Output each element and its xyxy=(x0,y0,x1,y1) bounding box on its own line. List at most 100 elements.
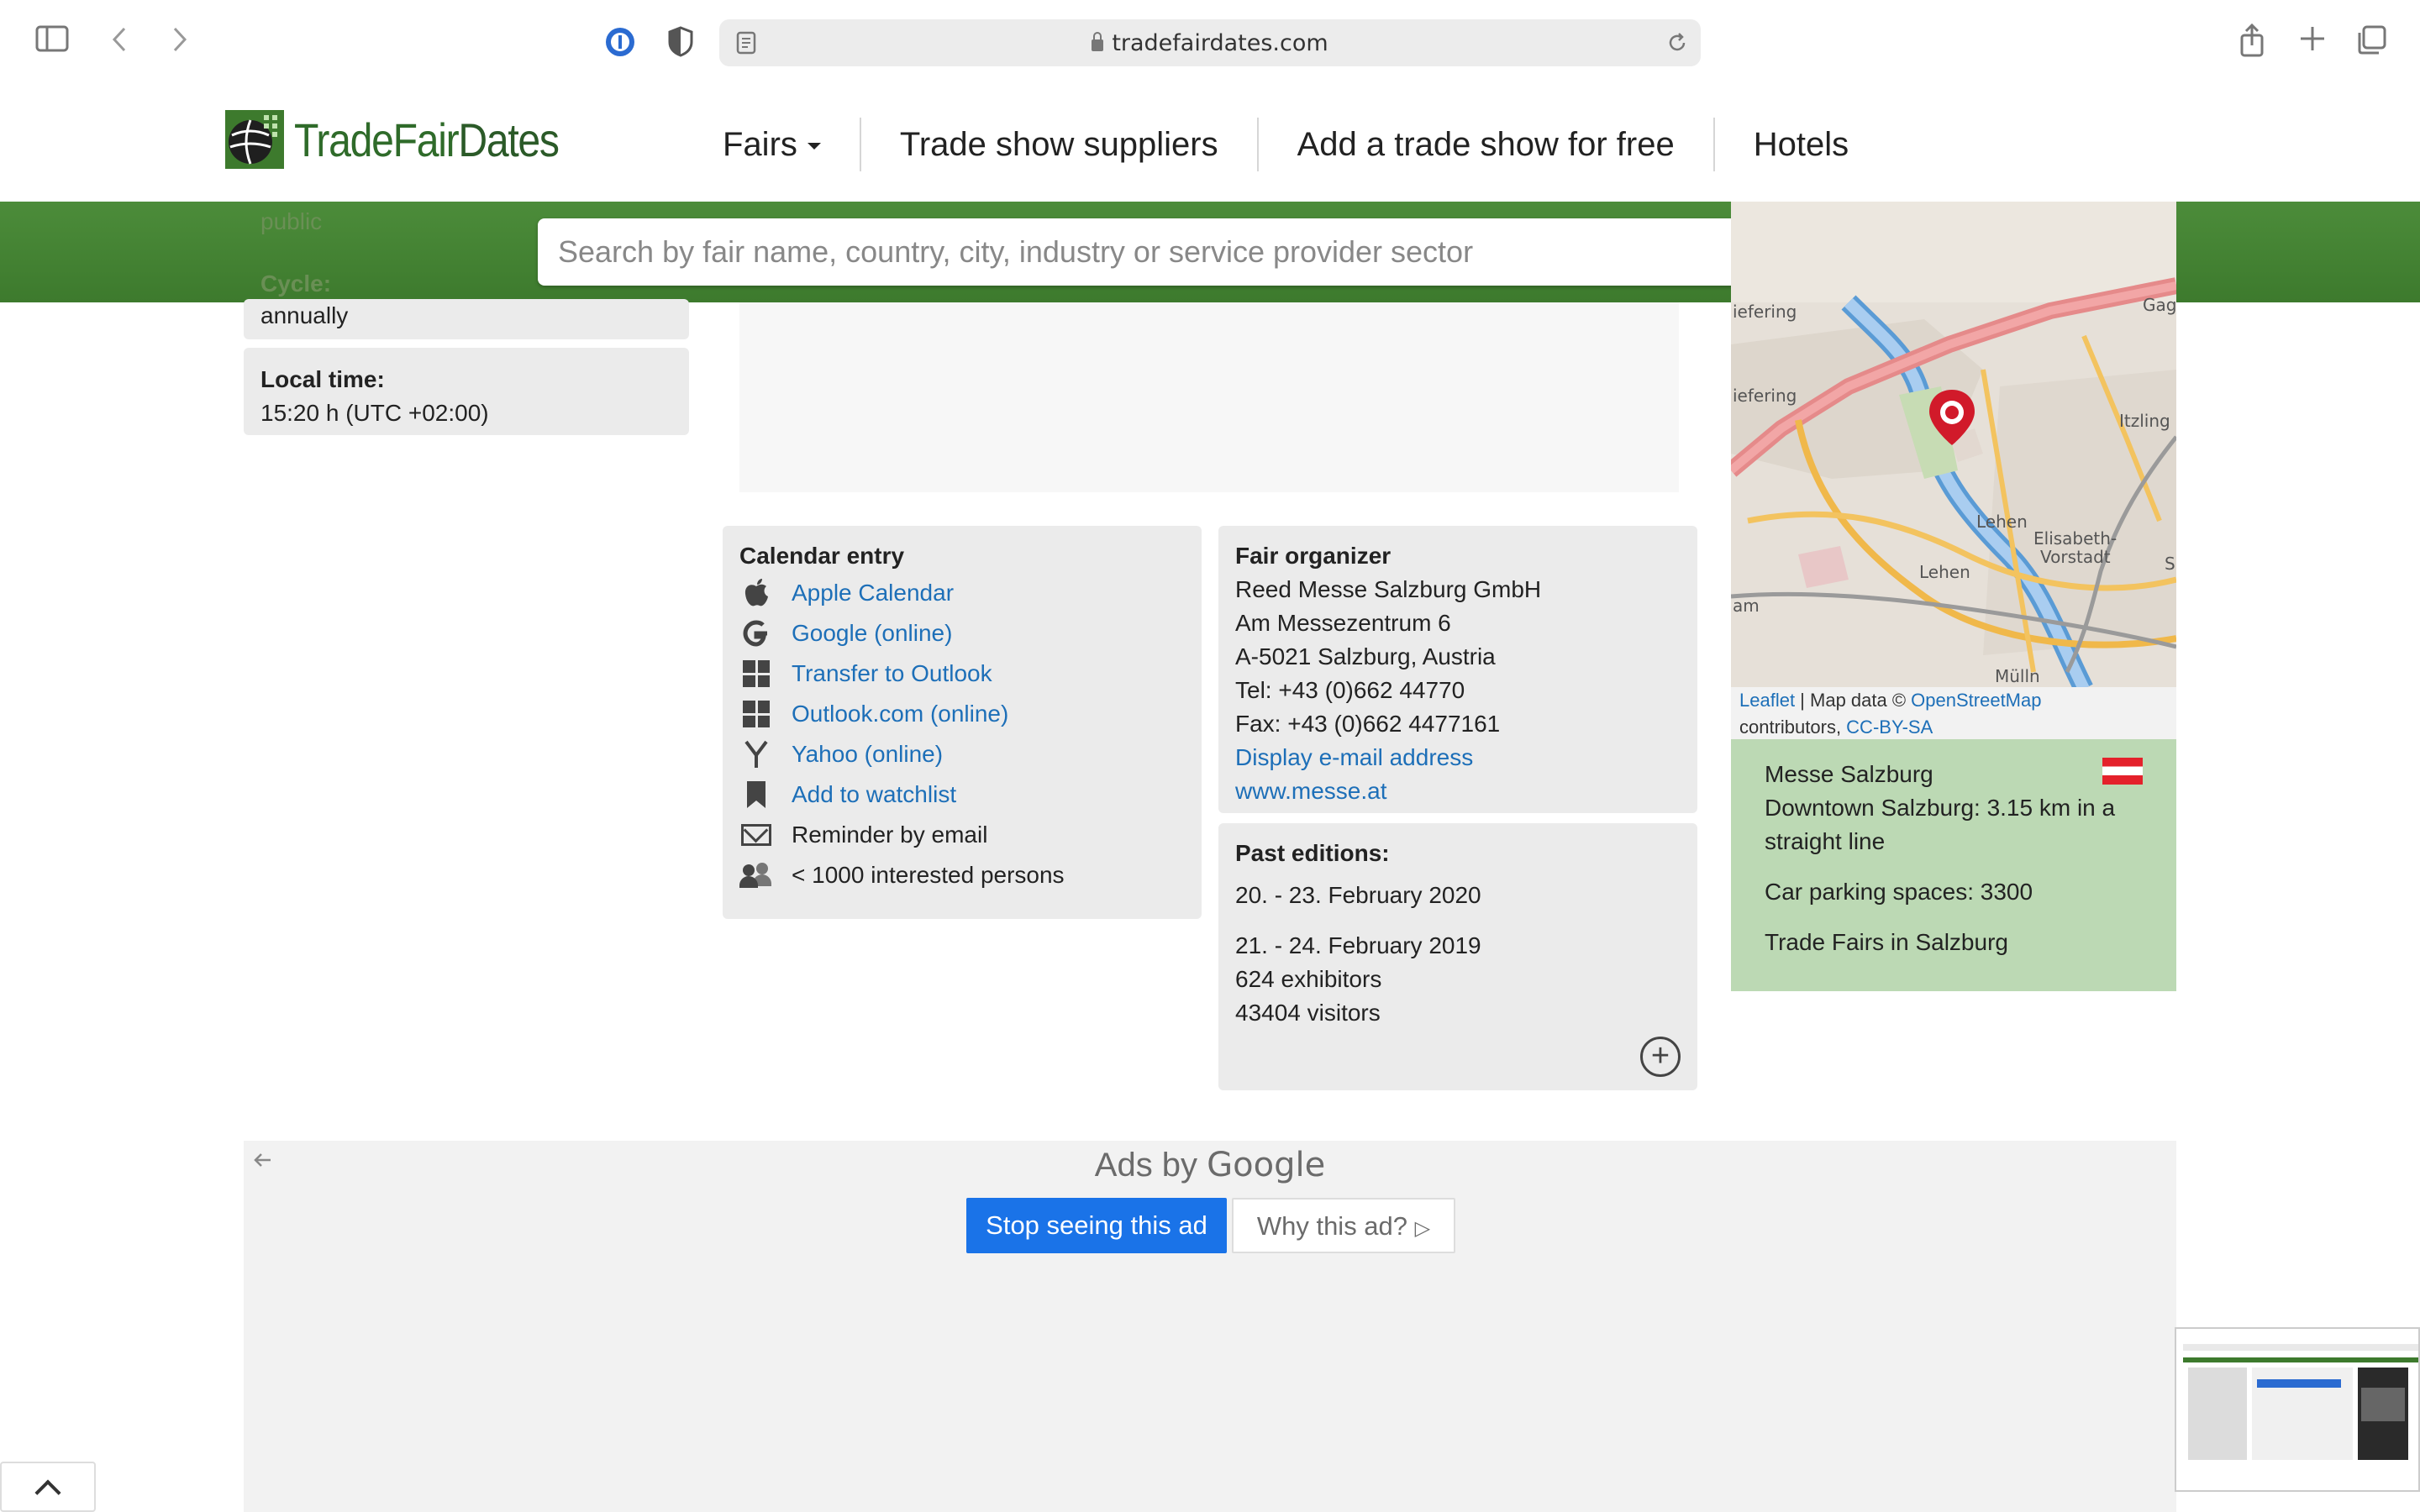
local-time-box: Local time: 15:20 h (UTC +02:00) xyxy=(244,348,689,435)
search-bar xyxy=(538,218,1882,286)
venue-map[interactable]: iefering Gagiham iefering Itzling Lehen … xyxy=(1731,202,2176,689)
url-text: tradefairdates.com xyxy=(719,30,1701,56)
contributors-text: contributors, xyxy=(1739,717,1847,738)
calendar-yahoo[interactable]: Yahoo (online) xyxy=(739,734,1185,774)
forward-icon[interactable] xyxy=(165,25,195,61)
calendar-entry-title: Calendar entry xyxy=(739,543,905,569)
cycle-value-box: annually xyxy=(244,299,689,339)
ads-by-google: Ads by Google xyxy=(244,1146,2176,1184)
past-editions-box: Past editions: 20. - 23. February 2020 2… xyxy=(1218,823,1697,1090)
map-label: iefering xyxy=(1733,302,1797,322)
map-data-text: | Map data © xyxy=(1795,690,1912,711)
play-outline-icon: ▷ xyxy=(1414,1217,1431,1240)
venue-parking: Car parking spaces: 3300 xyxy=(1765,879,2033,905)
nav-fairs-label: Fairs xyxy=(723,126,797,163)
past-edition-exhibitors: 624 exhibitors xyxy=(1235,966,1382,992)
why-this-ad-label: Why this ad? xyxy=(1256,1211,1408,1241)
address-bar[interactable]: tradefairdates.com xyxy=(719,19,1701,66)
past-editions-title: Past editions: xyxy=(1235,840,1390,866)
local-time-label: Local time: xyxy=(260,366,385,392)
mail-reminder-icon xyxy=(739,818,773,852)
organizer-fax: Fax: +43 (0)662 4477161 xyxy=(1235,711,1501,737)
venue-info-box: Messe Salzburg Downtown Salzburg: 3.15 k… xyxy=(1731,739,2176,991)
cc-by-sa-link[interactable]: CC-BY-SA xyxy=(1846,717,1933,738)
past-edition-dates: 20. - 23. February 2020 xyxy=(1235,882,1481,908)
map-label: Lehen xyxy=(1919,562,1970,582)
organizer-phone: Tel: +43 (0)662 44770 xyxy=(1235,677,1465,703)
map-attribution: Leaflet | Map data © OpenStreetMap contr… xyxy=(1731,687,2176,739)
cycle-value: annually xyxy=(260,302,349,328)
password-icon[interactable] xyxy=(602,25,639,66)
google-icon xyxy=(739,617,773,650)
map-label: Lehen xyxy=(1976,512,2028,532)
trade-fairs-in-salzburg-link[interactable]: Trade Fairs in Salzburg xyxy=(1765,926,2143,959)
globe-logo-icon xyxy=(225,110,284,169)
venue-name-link[interactable]: Messe Salzburg xyxy=(1765,758,2143,791)
calendar-watchlist[interactable]: Add to watchlist xyxy=(739,774,1185,815)
search-input[interactable] xyxy=(558,218,1793,286)
stop-seeing-ad-button[interactable]: Stop seeing this ad xyxy=(966,1198,1227,1253)
calendar-outlook[interactable]: Transfer to Outlook xyxy=(739,654,1185,694)
yahoo-icon xyxy=(739,738,773,771)
people-icon xyxy=(739,858,773,892)
map-label: Itzling xyxy=(2119,411,2170,431)
why-this-ad-button[interactable]: Why this ad? ▷ xyxy=(1232,1198,1455,1253)
fair-organizer-title: Fair organizer xyxy=(1235,543,1392,569)
google-ad-frame: Ads by Google Stop seeing this ad Why th… xyxy=(244,1141,2176,1512)
local-time-value: 15:20 h (UTC +02:00) xyxy=(260,400,489,426)
collapse-toggle[interactable] xyxy=(0,1462,96,1512)
openstreetmap-link[interactable]: OpenStreetMap xyxy=(1911,690,2041,711)
share-icon[interactable] xyxy=(2235,23,2269,65)
bookmark-icon xyxy=(739,778,773,811)
sidebar-icon[interactable] xyxy=(34,25,71,60)
organizer-city: A-5021 Salzburg, Austria xyxy=(1235,643,1496,669)
browser-toolbar: tradefairdates.com xyxy=(0,0,2420,84)
map-label: am xyxy=(1733,596,1760,616)
outlook-transfer-link[interactable]: Transfer to Outlook xyxy=(792,660,992,687)
apple-icon xyxy=(739,576,773,610)
chevron-up-icon xyxy=(34,1479,61,1506)
back-icon[interactable] xyxy=(104,25,134,61)
google-calendar-link[interactable]: Google (online) xyxy=(792,620,952,647)
outlook-com-link[interactable]: Outlook.com (online) xyxy=(792,701,1008,727)
yahoo-calendar-link[interactable]: Yahoo (online) xyxy=(792,741,943,768)
map-label: S xyxy=(2165,554,2175,574)
organizer-name: Reed Messe Salzburg GmbH xyxy=(1235,576,1542,602)
calendar-apple[interactable]: Apple Calendar xyxy=(739,573,1185,613)
nav-fairs[interactable]: Fairs xyxy=(723,118,861,171)
add-to-watchlist-link[interactable]: Add to watchlist xyxy=(792,781,956,808)
shield-icon[interactable] xyxy=(664,25,697,65)
nav-hotels[interactable]: Hotels xyxy=(1715,118,1887,171)
new-tab-icon[interactable] xyxy=(2296,25,2329,60)
nav-add-fair[interactable]: Add a trade show for free xyxy=(1259,118,1715,171)
calendar-interested: < 1000 interested persons xyxy=(739,855,1185,895)
leaflet-link[interactable]: Leaflet xyxy=(1739,690,1795,711)
fair-organizer-box: Fair organizer Reed Messe Salzburg GmbH … xyxy=(1218,526,1697,813)
reminder-by-email-text: Reminder by email xyxy=(792,822,988,848)
logo-text: TradeFairDates xyxy=(294,113,560,167)
austria-flag-icon xyxy=(2102,758,2143,785)
nav-suppliers[interactable]: Trade show suppliers xyxy=(861,118,1259,171)
map-label: Gagiham xyxy=(2143,295,2176,315)
apple-calendar-link[interactable]: Apple Calendar xyxy=(792,580,954,606)
url-label: tradefairdates.com xyxy=(1112,30,1328,56)
display-email-link[interactable]: Display e-mail address xyxy=(1235,741,1681,774)
past-edition-visitors: 43404 visitors xyxy=(1235,1000,1381,1026)
tabs-icon[interactable] xyxy=(2354,25,2388,63)
caret-down-icon xyxy=(807,143,821,150)
main-nav: Fairs Trade show suppliers Add a trade s… xyxy=(723,118,1887,171)
calendar-outlookcom[interactable]: Outlook.com (online) xyxy=(739,694,1185,734)
calendar-reminder: Reminder by email xyxy=(739,815,1185,855)
page-preview-thumbnail[interactable] xyxy=(2175,1327,2420,1492)
calendar-google[interactable]: Google (online) xyxy=(739,613,1185,654)
logo-text-dates: Dates xyxy=(458,113,560,166)
organizer-website-link[interactable]: www.messe.at xyxy=(1235,774,1681,808)
site-logo[interactable]: TradeFairDates xyxy=(225,109,602,170)
organizer-street: Am Messezentrum 6 xyxy=(1235,610,1451,636)
ads-by-text: Ads by xyxy=(1094,1147,1207,1184)
reload-icon[interactable] xyxy=(1665,31,1689,59)
windows-icon xyxy=(739,657,773,690)
expand-plus-icon[interactable]: + xyxy=(1640,1037,1681,1077)
google-wordmark: Google xyxy=(1207,1146,1326,1184)
map-label: Elisabeth- xyxy=(2033,528,2117,549)
